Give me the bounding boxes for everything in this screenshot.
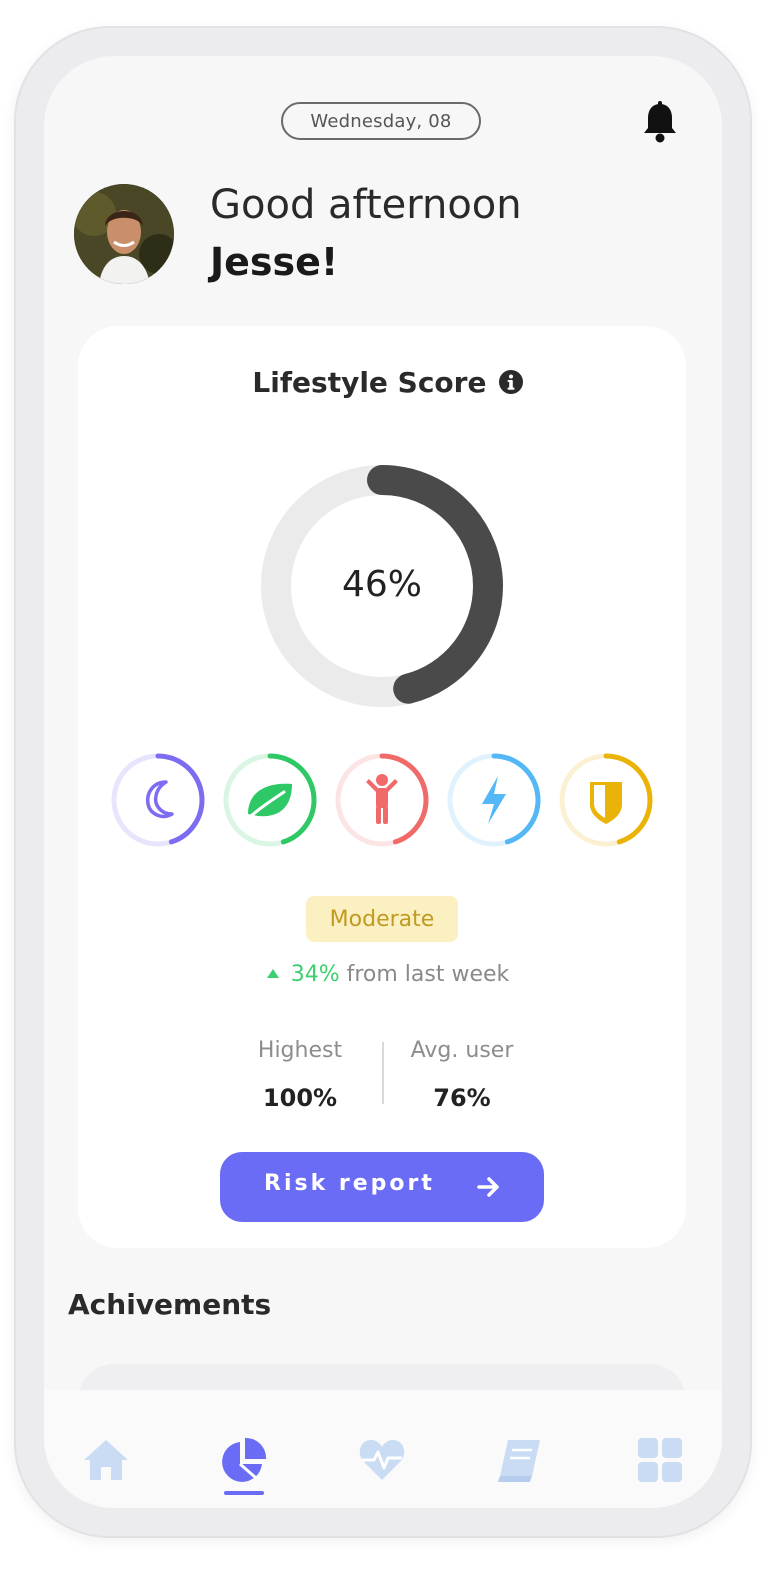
lifestyle-score-title: Lifestyle Score bbox=[252, 366, 487, 399]
info-icon[interactable] bbox=[498, 369, 524, 395]
risk-report-label: Risk report bbox=[264, 1171, 435, 1196]
change-suffix: from last week bbox=[346, 962, 510, 987]
safety-category[interactable] bbox=[558, 752, 654, 848]
avg-user-label: Avg. user bbox=[410, 1038, 514, 1063]
nutrition-category[interactable] bbox=[222, 752, 318, 848]
sleep-category[interactable] bbox=[110, 752, 206, 848]
score-percentage: 46% bbox=[341, 564, 422, 605]
user-name: Jesse! bbox=[210, 240, 339, 284]
highest-label: Highest bbox=[257, 1038, 343, 1063]
status-badge: Moderate bbox=[306, 896, 458, 942]
avatar[interactable] bbox=[74, 184, 174, 284]
pie-chart-icon[interactable] bbox=[218, 1436, 270, 1484]
arrow-right-icon bbox=[477, 1177, 499, 1197]
active-tab-indicator bbox=[224, 1491, 264, 1495]
greeting-text: Good afternoon bbox=[210, 182, 522, 228]
lightning-icon bbox=[482, 776, 506, 824]
leaf-icon bbox=[244, 783, 292, 822]
energy-category[interactable] bbox=[446, 752, 542, 848]
book-icon[interactable] bbox=[494, 1436, 546, 1484]
change-value: 34% bbox=[290, 962, 340, 987]
weekly-change: 34% from last week bbox=[0, 962, 776, 987]
shield-icon bbox=[590, 782, 622, 824]
activity-category[interactable] bbox=[334, 752, 430, 848]
trend-up-icon bbox=[266, 969, 279, 978]
highest-value: 100% bbox=[262, 1084, 338, 1112]
person-icon bbox=[366, 774, 398, 824]
home-icon[interactable] bbox=[80, 1436, 132, 1484]
grid-icon[interactable] bbox=[634, 1436, 686, 1484]
lifestyle-score-header: Lifestyle Score bbox=[0, 366, 776, 399]
achievements-title: Achivements bbox=[68, 1288, 272, 1321]
date-pill[interactable]: Wednesday, 08 bbox=[281, 102, 481, 140]
moon-icon bbox=[145, 780, 174, 819]
risk-report-button[interactable]: Risk report bbox=[220, 1152, 544, 1222]
avg-user-value: 76% bbox=[433, 1084, 491, 1112]
bell-icon[interactable] bbox=[640, 100, 680, 144]
heart-pulse-icon[interactable] bbox=[356, 1436, 408, 1484]
